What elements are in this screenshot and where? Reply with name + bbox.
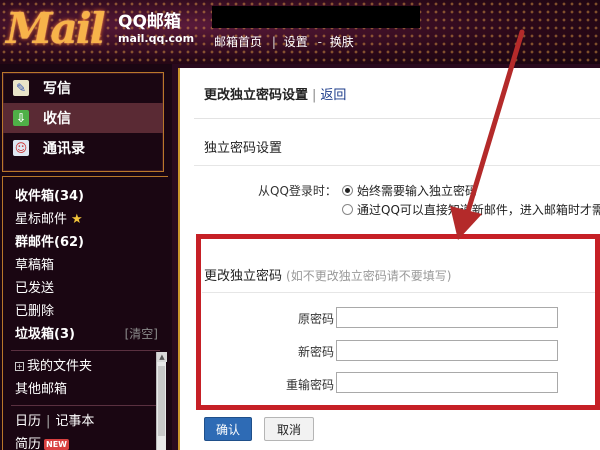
radio-button[interactable]: [342, 204, 353, 215]
sidebar-item-label: 写信: [43, 81, 71, 97]
calendar-link[interactable]: 日历: [15, 414, 41, 429]
clear-spam-link[interactable]: [清空]: [125, 323, 158, 346]
expand-icon[interactable]: +: [15, 362, 24, 371]
sidebar: ✎ 写信 ⇩ 收信 ☺ 通讯录 收件箱(34) 星标邮件 ★ 群邮件(62) 草稿…: [0, 64, 172, 450]
nav-separator: |: [271, 35, 276, 49]
new-badge: NEW: [44, 439, 69, 450]
other-mailbox[interactable]: 其他邮箱: [3, 378, 168, 401]
nav-mailbox-home-link[interactable]: 邮箱首页: [214, 35, 262, 49]
inbox-icon: ⇩: [13, 110, 29, 126]
star-icon: ★: [71, 212, 83, 227]
sidebar-item-compose[interactable]: ✎ 写信: [3, 73, 163, 103]
my-folders[interactable]: + 我的文件夹: [3, 355, 168, 378]
sidebar-item-label: 通讯录: [43, 141, 85, 157]
title-separator: |: [312, 88, 317, 103]
folder-list: 收件箱(34) 星标邮件 ★ 群邮件(62) 草稿箱 已发送 已删除 垃圾箱(3)…: [3, 177, 168, 450]
folder-panel: 收件箱(34) 星标邮件 ★ 群邮件(62) 草稿箱 已发送 已删除 垃圾箱(3)…: [2, 176, 168, 450]
mail-logo[interactable]: Mail: [6, 4, 106, 53]
scroll-thumb[interactable]: [158, 366, 165, 436]
divider: [194, 118, 600, 119]
sidebar-scrollbar[interactable]: ▲: [156, 352, 167, 450]
contacts-icon: ☺: [13, 140, 29, 156]
radio-label: 通过QQ可以直接知道新邮件，进入邮箱时才需: [357, 203, 600, 217]
back-link[interactable]: 返回: [320, 88, 346, 103]
folder-starred[interactable]: 星标邮件 ★: [3, 208, 168, 231]
app-header: Mail QQ邮箱 mail.qq.com 邮箱首页 | 设置 - 换肤: [0, 0, 600, 64]
qq-login-label: 从QQ登录时：: [258, 184, 337, 198]
resume-label: 简历: [15, 437, 42, 450]
tools-separator: |: [46, 414, 51, 429]
page-header: 更改独立密码设置 | 返回: [204, 84, 346, 103]
nav-settings-link[interactable]: 设置: [284, 35, 308, 49]
folder-spam[interactable]: 垃圾箱(3) [清空]: [3, 323, 168, 346]
compose-panel: ✎ 写信 ⇩ 收信 ☺ 通讯录: [2, 72, 164, 172]
my-folders-label: 我的文件夹: [27, 359, 93, 374]
folder-inbox[interactable]: 收件箱(34): [3, 185, 168, 208]
nav-skin-link[interactable]: 换肤: [330, 35, 354, 49]
redacted-username-bar: [212, 6, 420, 28]
folder-divider: [11, 350, 160, 351]
confirm-button[interactable]: 确认: [204, 417, 252, 441]
nav-dash: -: [317, 35, 322, 49]
sidebar-item-label: 收信: [43, 111, 71, 127]
folder-drafts[interactable]: 草稿箱: [3, 254, 168, 277]
folder-sent[interactable]: 已发送: [3, 277, 168, 300]
folder-starred-label: 星标邮件: [15, 212, 68, 227]
highlight-box: [196, 234, 600, 410]
top-nav: 邮箱首页 | 设置 - 换肤: [214, 33, 356, 50]
brand-name: QQ邮箱: [118, 12, 181, 32]
radio-label: 始终需要输入独立密码: [357, 184, 478, 198]
radio-qq-direct[interactable]: 通过QQ可以直接知道新邮件，进入邮箱时才需: [342, 201, 600, 218]
folder-divider: [11, 405, 160, 406]
sidebar-item-contacts[interactable]: ☺ 通讯录: [3, 133, 163, 163]
sidebar-item-receive[interactable]: ⇩ 收信: [3, 103, 163, 133]
brand-block: QQ邮箱 mail.qq.com: [118, 12, 194, 45]
folder-deleted[interactable]: 已删除: [3, 300, 168, 323]
cancel-button[interactable]: 取消: [264, 417, 314, 441]
section-title: 独立密码设置: [204, 141, 283, 156]
page-title: 更改独立密码设置: [204, 88, 309, 103]
main-panel: 更改独立密码设置 | 返回 独立密码设置 从QQ登录时： 始终需要输入独立密码 通过…: [178, 68, 600, 450]
radio-button-checked[interactable]: [342, 185, 353, 196]
folder-group-mail[interactable]: 群邮件(62): [3, 231, 168, 254]
scroll-up-icon[interactable]: ▲: [157, 352, 167, 362]
tools-row: 日历 | 记事本: [3, 410, 168, 433]
brand-url: mail.qq.com: [118, 32, 195, 45]
folder-spam-label: 垃圾箱(3): [15, 327, 75, 342]
pencil-icon: ✎: [13, 80, 29, 96]
notepad-link[interactable]: 记事本: [55, 414, 94, 429]
resume-link[interactable]: 简历 NEW: [3, 433, 168, 450]
radio-always-require[interactable]: 始终需要输入独立密码: [342, 182, 477, 199]
divider: [194, 165, 600, 166]
